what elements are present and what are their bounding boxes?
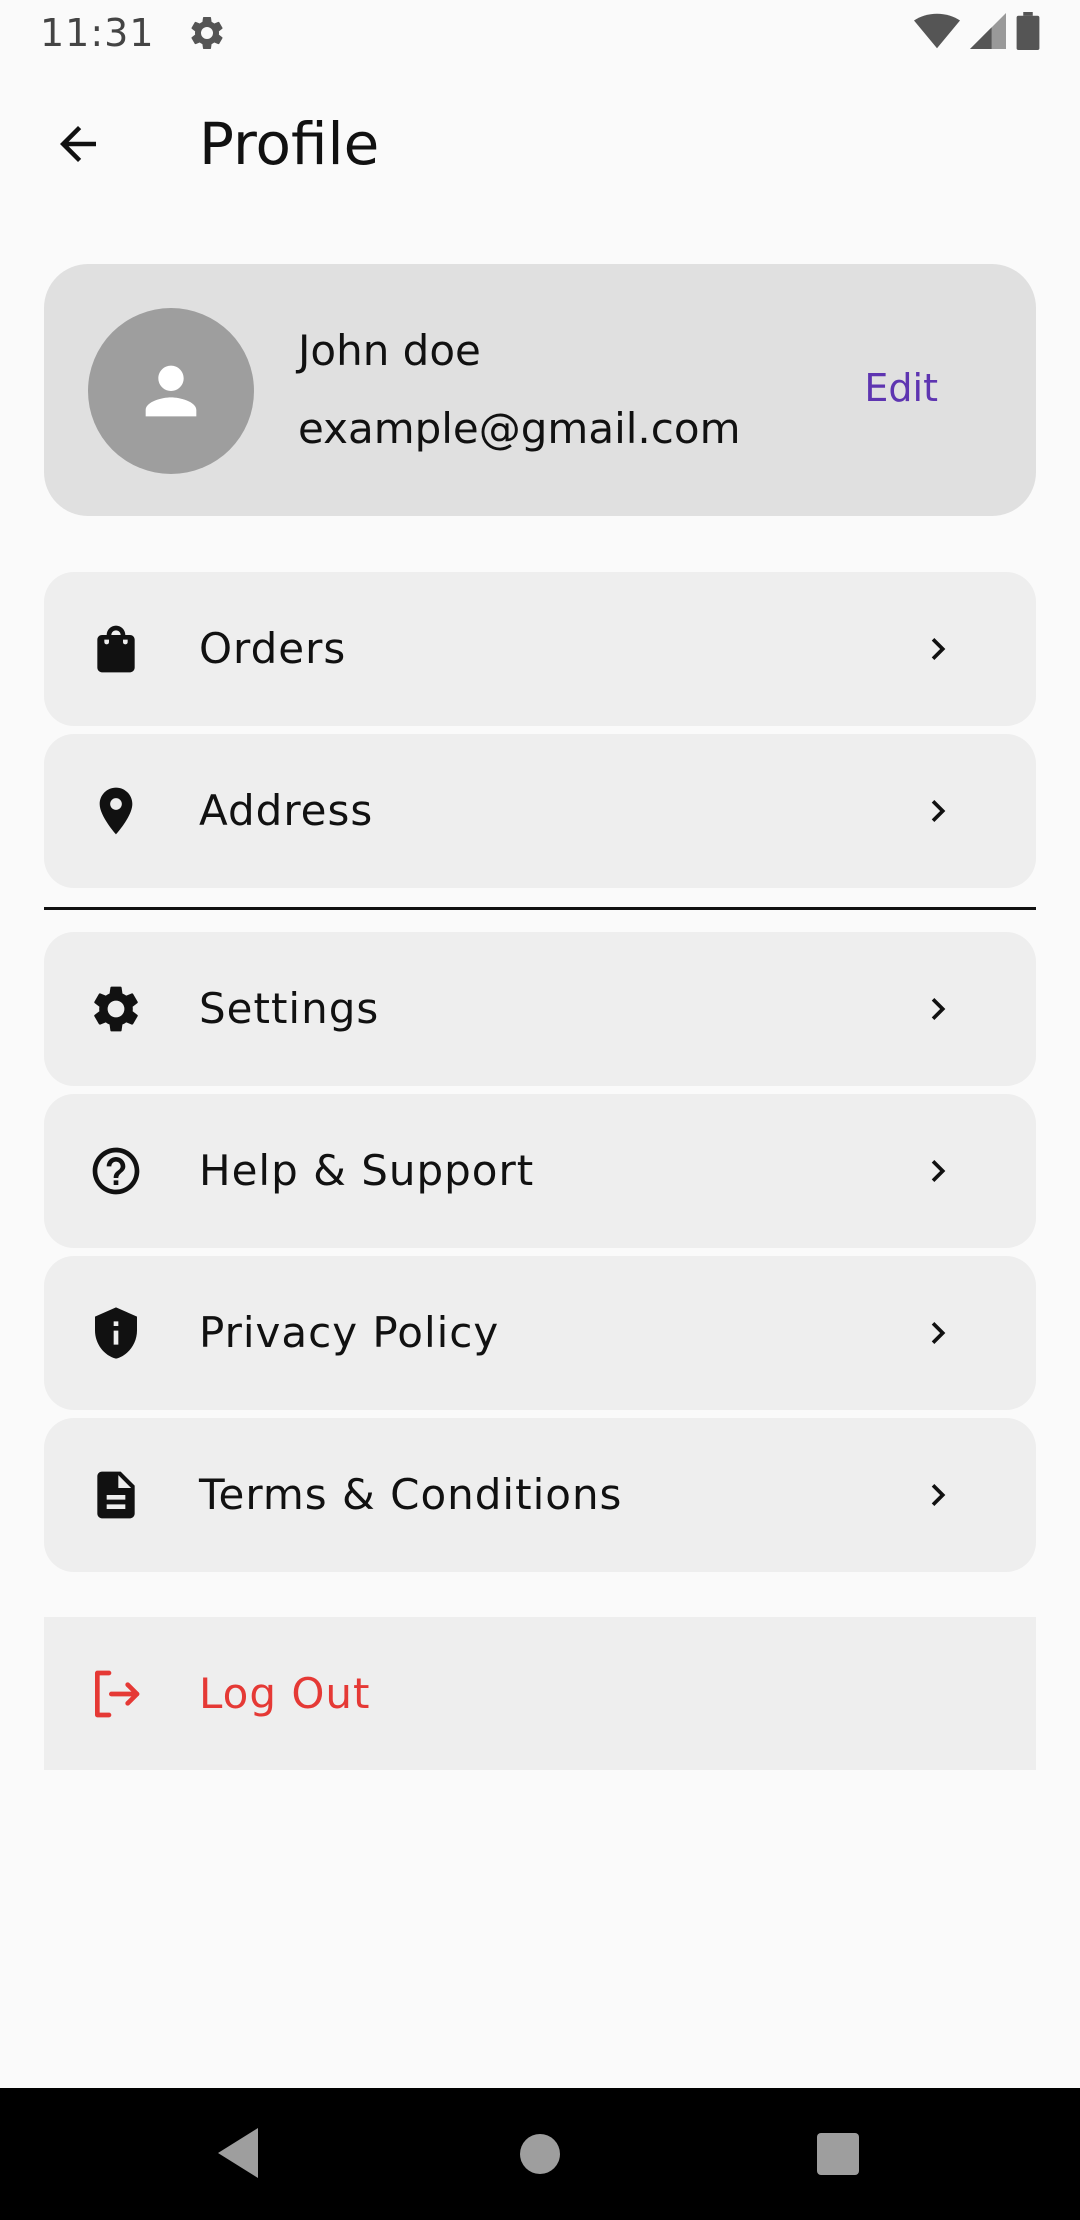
menu-item-privacy-policy[interactable]: Privacy Policy — [44, 1256, 1036, 1410]
page-title: Profile — [199, 110, 380, 178]
help-circle-icon — [88, 1143, 144, 1199]
menu-item-address[interactable]: Address — [44, 734, 1036, 888]
menu-item-settings[interactable]: Settings — [44, 932, 1036, 1086]
app-bar: Profile — [0, 96, 1080, 192]
logout-button[interactable]: Log Out — [44, 1617, 1036, 1770]
menu-label-address: Address — [199, 786, 374, 835]
chevron-right-icon — [916, 987, 960, 1031]
menu-label-help-support: Help & Support — [199, 1146, 535, 1195]
location-pin-icon — [88, 783, 144, 839]
chevron-right-icon — [916, 789, 960, 833]
wifi-icon — [914, 13, 960, 53]
menu-item-help-support[interactable]: Help & Support — [44, 1094, 1036, 1248]
shopping-bag-icon — [88, 621, 144, 677]
divider — [44, 907, 1036, 910]
person-icon — [145, 365, 197, 417]
status-indicators — [914, 12, 1040, 54]
chevron-right-icon — [916, 627, 960, 671]
back-button[interactable] — [40, 106, 116, 182]
shield-info-icon — [88, 1305, 144, 1361]
signal-icon — [970, 13, 1006, 53]
profile-email: example@gmail.com — [298, 404, 741, 453]
logout-icon — [88, 1666, 144, 1722]
status-bar: 11:31 — [0, 0, 1080, 66]
settings-gear-icon — [187, 13, 227, 53]
arrow-back-icon — [60, 126, 96, 162]
status-time: 11:31 — [40, 11, 155, 55]
edit-profile-button[interactable]: Edit — [864, 366, 938, 410]
gear-icon — [88, 981, 144, 1037]
profile-card: John doe example@gmail.com Edit — [44, 264, 1036, 516]
profile-name: John doe — [298, 326, 481, 375]
chevron-right-icon — [916, 1311, 960, 1355]
chevron-right-icon — [916, 1149, 960, 1193]
menu-item-orders[interactable]: Orders — [44, 572, 1036, 726]
nav-home-icon[interactable] — [520, 2134, 560, 2174]
document-icon — [88, 1467, 144, 1523]
chevron-right-icon — [916, 1473, 960, 1517]
menu-label-settings: Settings — [199, 984, 380, 1033]
nav-back-icon[interactable] — [218, 2128, 258, 2182]
nav-recents-icon[interactable] — [817, 2133, 859, 2175]
avatar — [88, 308, 254, 474]
system-nav-bar — [0, 2088, 1080, 2220]
menu-label-terms-conditions: Terms & Conditions — [199, 1470, 623, 1519]
menu-label-privacy-policy: Privacy Policy — [199, 1308, 500, 1357]
menu-label-orders: Orders — [199, 624, 347, 673]
battery-icon — [1016, 12, 1040, 54]
menu-item-terms-conditions[interactable]: Terms & Conditions — [44, 1418, 1036, 1572]
logout-label: Log Out — [199, 1669, 371, 1718]
